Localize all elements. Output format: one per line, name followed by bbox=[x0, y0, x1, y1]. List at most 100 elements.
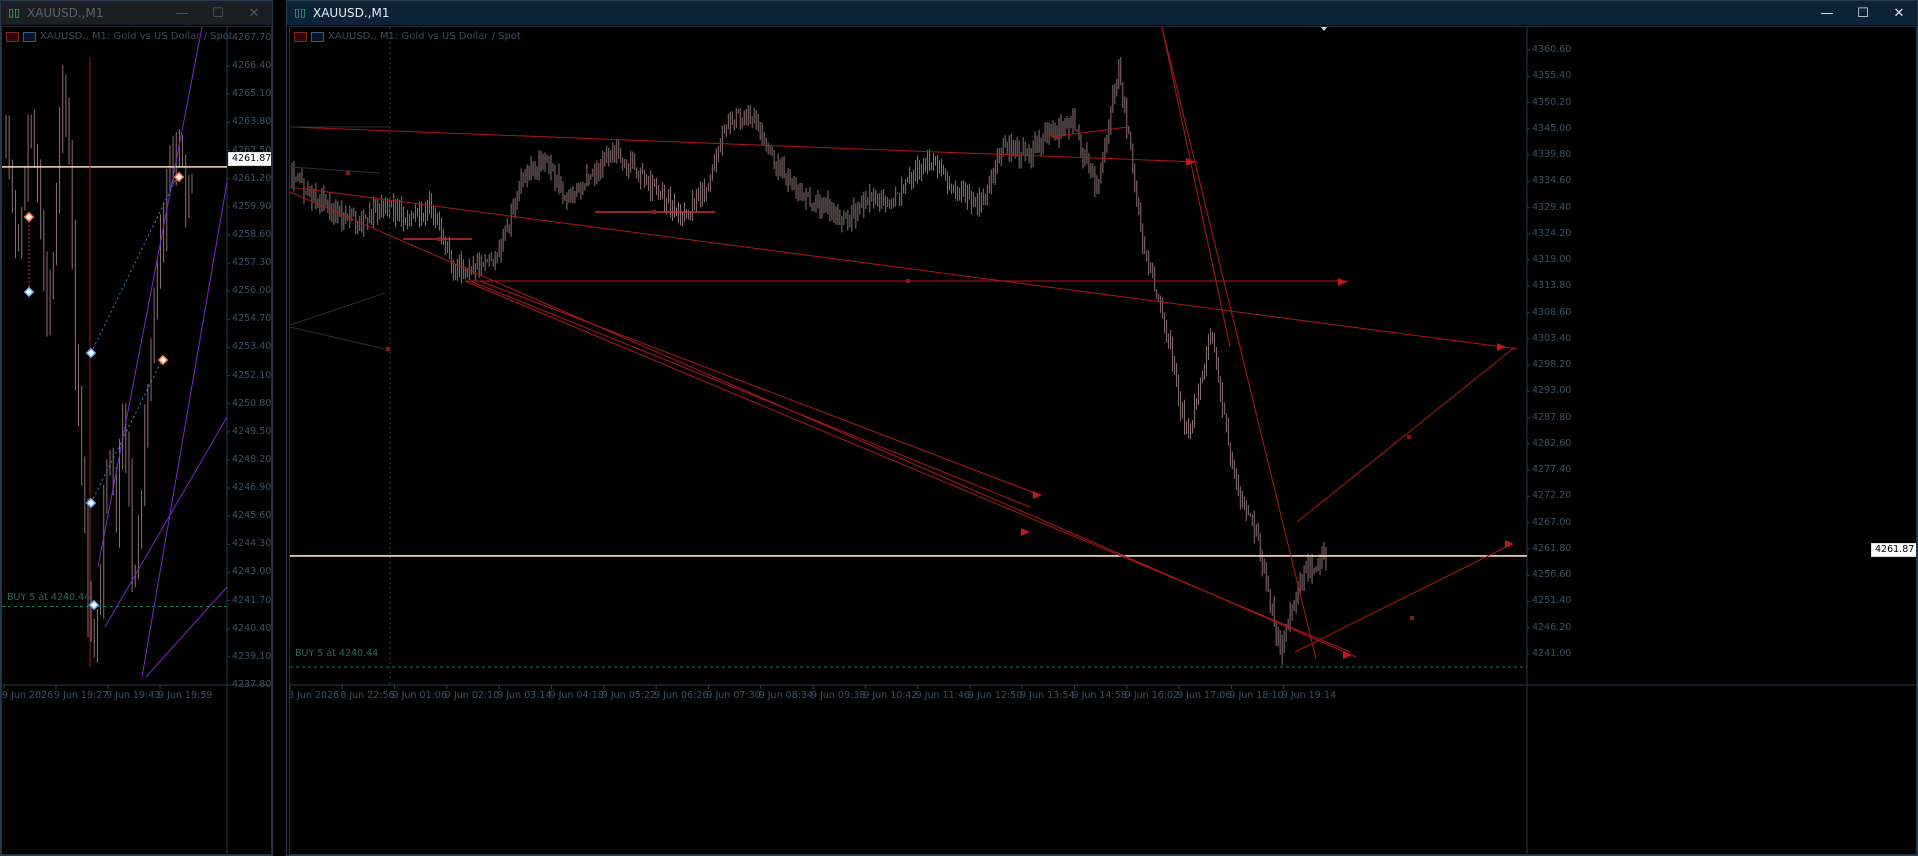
time-tick-label: 9 Jun 10:42 bbox=[863, 690, 918, 701]
time-tick-label: 9 Jun 2026 bbox=[2, 690, 54, 701]
chart-symbol-label: XAUUSD., M1: Gold vs US Dollar / Spot bbox=[328, 31, 521, 42]
chart-area[interactable]: XAUUSD., M1: Gold vs US Dollar / Spot 43… bbox=[289, 26, 1917, 855]
price-tick-label: 4313.80 bbox=[1532, 280, 1572, 292]
minimize-icon[interactable]: — bbox=[164, 6, 200, 21]
candles bbox=[291, 57, 1327, 666]
time-tick-label: 9 Jun 19:59 bbox=[158, 690, 213, 701]
price-tick-label: 4237.80 bbox=[232, 679, 272, 690]
window-title: XAUUSD.,M1 bbox=[27, 6, 104, 20]
trend-line bbox=[1161, 27, 1231, 348]
trend-line bbox=[1294, 543, 1513, 653]
time-tick-label: 9 Jun 02:10 bbox=[444, 690, 500, 701]
time-tick-label: 9 Jun 06:26 bbox=[654, 690, 709, 701]
arrow-marker bbox=[1338, 278, 1347, 286]
close-icon[interactable]: ✕ bbox=[1881, 6, 1917, 21]
price-tick-label: 4355.40 bbox=[1532, 70, 1572, 82]
channel-line bbox=[104, 416, 228, 628]
trade-marker bbox=[85, 347, 97, 359]
one-click-trading-icon[interactable] bbox=[6, 31, 19, 42]
trend-line bbox=[290, 126, 1199, 163]
trend-line bbox=[1296, 346, 1516, 523]
buy-order-label[interactable]: BUY 5 at 4240.44 bbox=[7, 592, 90, 603]
chart-type-icon[interactable] bbox=[311, 31, 324, 42]
trend-line bbox=[1049, 126, 1129, 138]
current-price-tag: 4261.87 bbox=[228, 152, 271, 166]
time-tick-label: 8 Jun 22:56 bbox=[340, 690, 395, 701]
price-tick-label: 4243.00 bbox=[232, 566, 272, 578]
arrow-marker bbox=[1033, 491, 1042, 499]
price-tick-label: 4258.60 bbox=[232, 228, 272, 240]
price-tick-label: 4261.80 bbox=[1532, 542, 1572, 554]
arrow-marker bbox=[1343, 651, 1352, 659]
anchor-point bbox=[386, 347, 390, 351]
price-tick-label: 4263.80 bbox=[232, 116, 272, 128]
price-tick-label: 4282.60 bbox=[1532, 437, 1572, 449]
price-tick-label: 4324.20 bbox=[1532, 227, 1572, 239]
chart-shift-marker[interactable] bbox=[1320, 27, 1328, 31]
window-titlebar[interactable]: ▯▯ XAUUSD.,M1 — ☐ ✕ bbox=[1, 1, 272, 25]
price-tick-label: 4241.70 bbox=[232, 594, 272, 606]
price-tick-label: 4308.60 bbox=[1532, 306, 1572, 318]
time-tick-label: 9 Jun 14:58 bbox=[1072, 690, 1127, 701]
chart-area[interactable]: XAUUSD., M1: Gold vs US Dollar / Spot 42… bbox=[1, 26, 272, 855]
arrow-marker bbox=[1497, 343, 1506, 351]
time-tick-label: 9 Jun 01:06 bbox=[392, 690, 447, 701]
minimize-icon[interactable]: — bbox=[1809, 6, 1845, 21]
price-tick-label: 4239.10 bbox=[232, 650, 272, 662]
price-tick-label: 4257.30 bbox=[232, 257, 272, 269]
price-tick-label: 4267.70 bbox=[232, 32, 272, 43]
maximize-icon[interactable]: ☐ bbox=[200, 6, 236, 21]
price-tick-label: 4259.90 bbox=[232, 200, 272, 212]
price-tick-label: 4329.40 bbox=[1532, 201, 1572, 213]
price-tick-label: 4248.20 bbox=[232, 453, 272, 465]
time-tick-label: 9 Jun 08:34 bbox=[758, 690, 813, 701]
price-tick-label: 4345.00 bbox=[1532, 122, 1572, 134]
time-tick-label: 9 Jun 13:54 bbox=[1020, 690, 1075, 701]
fibo-line bbox=[90, 359, 163, 504]
time-tick-label: 9 Jun 19:27 bbox=[54, 690, 109, 701]
channel-line bbox=[141, 181, 228, 678]
price-chart[interactable] bbox=[290, 27, 1917, 855]
time-tick-label: 9 Jun 03:14 bbox=[497, 690, 552, 701]
candles-icon: ▯▯ bbox=[293, 6, 307, 19]
chart-window-left[interactable]: ▯▯ XAUUSD.,M1 — ☐ ✕ XAUUSD., M1: Gold vs… bbox=[0, 0, 273, 856]
maximize-icon[interactable]: ☐ bbox=[1845, 6, 1881, 21]
trend-line bbox=[479, 280, 1041, 496]
anchor-point bbox=[652, 210, 656, 214]
price-tick-label: 4240.40 bbox=[232, 622, 272, 634]
price-tick-label: 4261.20 bbox=[232, 172, 272, 184]
time-tick-label: 9 Jun 12:50 bbox=[967, 690, 1023, 701]
buy-order-label[interactable]: BUY 5 at 4240.44 bbox=[295, 648, 378, 659]
time-tick-label: 9 Jun 04:18 bbox=[549, 690, 604, 701]
chart-symbol-label: XAUUSD., M1: Gold vs US Dollar / Spot bbox=[40, 31, 233, 42]
price-tick-label: 4245.60 bbox=[232, 510, 272, 522]
channel-line bbox=[145, 586, 228, 678]
fibo-line bbox=[90, 174, 179, 354]
time-tick-label: 9 Jun 09:38 bbox=[811, 690, 866, 701]
time-tick-label: 9 Jun 17:06 bbox=[1177, 690, 1232, 701]
trade-marker bbox=[23, 211, 35, 223]
time-tick-label: 9 Jun 05:22 bbox=[601, 690, 657, 701]
chart-type-icon[interactable] bbox=[23, 31, 36, 42]
window-titlebar[interactable]: ▯▯ XAUUSD.,M1 — ☐ ✕ bbox=[287, 1, 1917, 25]
price-tick-label: 4360.60 bbox=[1532, 44, 1572, 55]
price-tick-label: 4244.30 bbox=[232, 538, 272, 550]
price-tick-label: 4303.40 bbox=[1532, 332, 1572, 344]
price-tick-label: 4267.00 bbox=[1532, 516, 1572, 528]
chart-window-right[interactable]: ▯▯ XAUUSD.,M1 — ☐ ✕ XAUUSD., M1: Gold vs… bbox=[286, 0, 1918, 856]
trend-line bbox=[1161, 27, 1317, 660]
price-tick-label: 4249.50 bbox=[232, 425, 272, 437]
price-tick-label: 4252.10 bbox=[232, 369, 272, 381]
time-tick-label: 8 Jun 2026 bbox=[289, 690, 340, 701]
time-tick-label: 9 Jun 19:43 bbox=[106, 690, 161, 701]
time-tick-label: 9 Jun 07:30 bbox=[706, 690, 761, 701]
trade-marker bbox=[23, 286, 35, 298]
price-tick-label: 4253.40 bbox=[232, 341, 272, 353]
time-tick-label: 9 Jun 18:10 bbox=[1229, 690, 1284, 701]
one-click-trading-icon[interactable] bbox=[294, 31, 307, 42]
window-title: XAUUSD.,M1 bbox=[313, 6, 390, 20]
close-icon[interactable]: ✕ bbox=[236, 6, 272, 21]
anchor-point bbox=[1407, 435, 1411, 439]
trend-line bbox=[290, 186, 1519, 350]
time-tick-label: 9 Jun 16:02 bbox=[1124, 690, 1180, 701]
